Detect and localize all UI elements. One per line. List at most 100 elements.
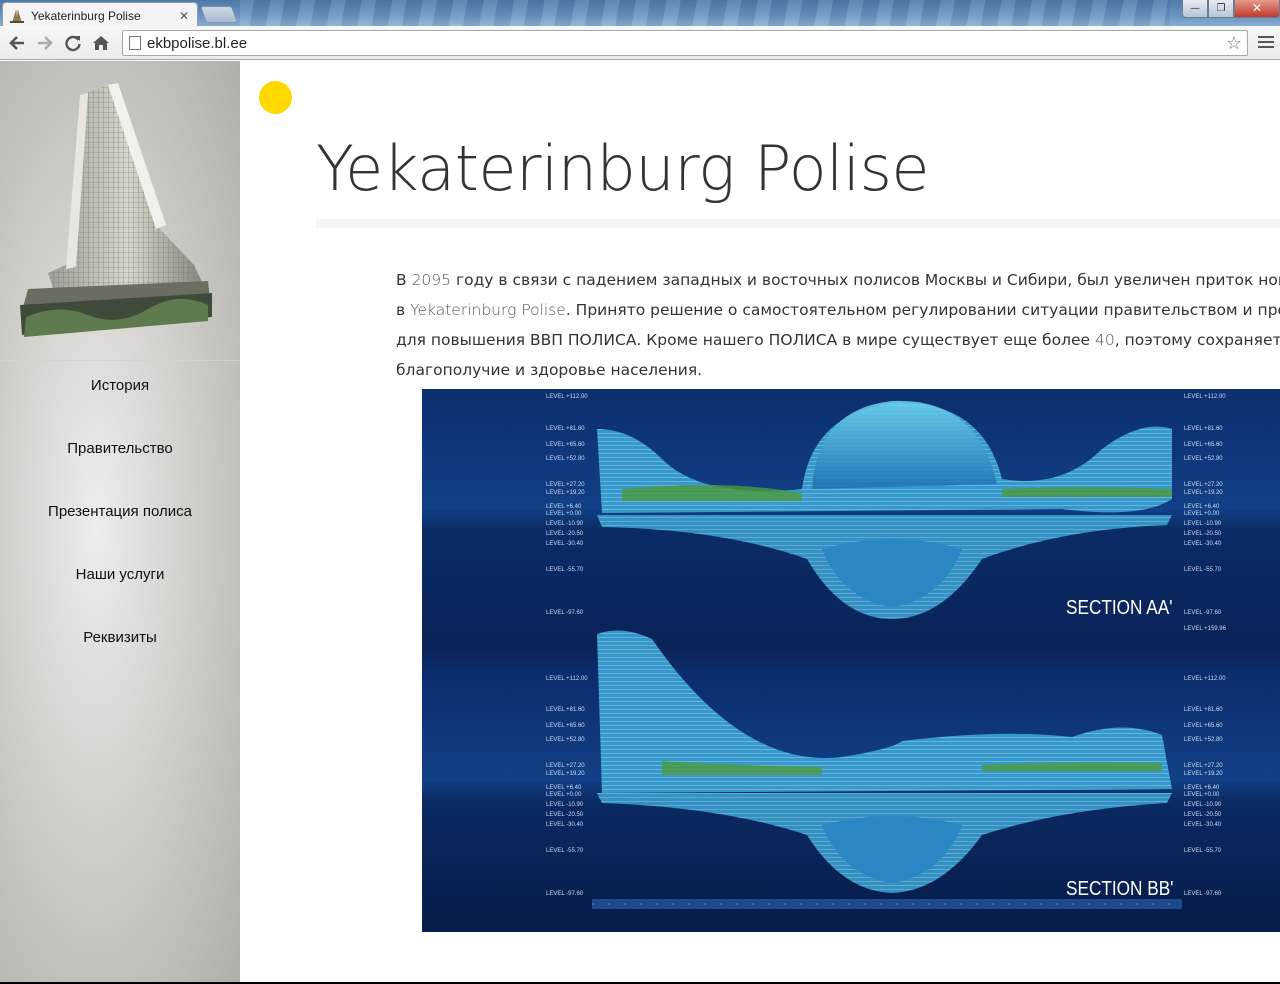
tabstrip-background xyxy=(240,0,1170,26)
level-label: LEVEL +6.40 xyxy=(1184,785,1220,791)
level-label: LEVEL +112.00 xyxy=(1184,676,1226,682)
level-label: LEVEL -97.60 xyxy=(546,610,584,616)
intro-line-2: в Yekaterinburg Polise. Принято решение … xyxy=(396,301,1280,319)
level-label: LEVEL +27.20 xyxy=(546,763,585,769)
level-label: LEVEL -55.70 xyxy=(546,567,584,573)
reload-icon xyxy=(65,35,81,51)
section-bb-label: SECTION BB' xyxy=(1066,878,1174,900)
level-label: LEVEL -20.50 xyxy=(546,812,584,818)
level-label: LEVEL -55.70 xyxy=(1184,567,1222,573)
main-nav: История Правительство Презентация полиса… xyxy=(0,371,240,686)
level-label: LEVEL +159.96 xyxy=(1184,626,1226,632)
nav-item-history[interactable]: История xyxy=(0,371,240,434)
count-highlight: 40 xyxy=(1094,331,1115,349)
browser-tab[interactable]: Yekaterinburg Polise ✕ xyxy=(2,2,198,26)
level-label: LEVEL +52.80 xyxy=(546,456,585,462)
level-label: LEVEL +81.60 xyxy=(1184,707,1223,713)
new-tab-button[interactable] xyxy=(199,6,239,23)
nav-item-requisites[interactable]: Реквизиты xyxy=(0,623,240,686)
level-label: LEVEL +0.00 xyxy=(546,511,582,517)
level-label: LEVEL +112.00 xyxy=(1184,394,1226,400)
section-drawing-image: LEVEL +112.00 LEVEL +81.60 LEVEL +65.60 … xyxy=(422,389,1280,932)
nav-item-government[interactable]: Правительство xyxy=(0,434,240,497)
level-label: LEVEL -97.60 xyxy=(546,891,584,897)
nav-item-presentation[interactable]: Презентация полиса xyxy=(0,497,240,560)
address-bar[interactable]: ekbpolise.bl.ee ☆ xyxy=(122,30,1248,56)
page-icon xyxy=(129,36,141,50)
tower-logo-image[interactable] xyxy=(18,77,212,339)
level-label: LEVEL +65.60 xyxy=(1184,442,1223,448)
year-highlight: 2095 xyxy=(411,271,452,289)
level-label: LEVEL -10.90 xyxy=(546,521,584,527)
close-window-button[interactable]: ✕ xyxy=(1234,0,1280,18)
level-label: LEVEL -10.90 xyxy=(546,802,584,808)
back-arrow-icon xyxy=(9,35,24,50)
tab-title: Yekaterinburg Polise xyxy=(31,8,141,23)
level-label: LEVEL +65.60 xyxy=(546,723,585,729)
forward-button[interactable] xyxy=(34,32,56,54)
home-icon xyxy=(93,35,109,50)
level-label: LEVEL +19.20 xyxy=(1184,771,1223,777)
level-label: LEVEL +112.00 xyxy=(546,394,588,400)
minimize-button[interactable]: — xyxy=(1182,0,1208,18)
back-button[interactable] xyxy=(6,32,28,54)
level-label: LEVEL +65.60 xyxy=(546,442,585,448)
level-label: LEVEL -10.90 xyxy=(1184,521,1222,527)
level-label: LEVEL +81.60 xyxy=(1184,426,1223,432)
level-label: LEVEL +6.40 xyxy=(1184,504,1220,510)
level-label: LEVEL -55.70 xyxy=(546,848,584,854)
level-label: LEVEL -30.40 xyxy=(1184,822,1222,828)
level-label: LEVEL +27.20 xyxy=(1184,482,1223,488)
level-label: LEVEL +0.00 xyxy=(1184,511,1220,517)
site-favicon-icon xyxy=(10,9,24,23)
level-label: LEVEL +52.80 xyxy=(1184,456,1223,462)
level-label: LEVEL -30.40 xyxy=(546,541,584,547)
browser-toolbar: ekbpolise.bl.ee ☆ xyxy=(0,26,1280,60)
home-button[interactable] xyxy=(90,32,112,54)
forward-arrow-icon xyxy=(38,35,53,50)
level-label: LEVEL -30.40 xyxy=(546,822,584,828)
sidebar: История Правительство Презентация полиса… xyxy=(0,61,240,984)
level-label: LEVEL +0.00 xyxy=(1184,792,1220,798)
level-label: LEVEL +6.40 xyxy=(546,785,582,791)
level-label: LEVEL -97.60 xyxy=(1184,891,1222,897)
yellow-dot-icon xyxy=(259,81,292,114)
maximize-button[interactable]: ❐ xyxy=(1208,0,1234,18)
bookmark-star-icon[interactable]: ☆ xyxy=(1221,33,1247,54)
level-label: LEVEL +27.20 xyxy=(546,482,585,488)
city-highlight: Yekaterinburg Polise xyxy=(410,301,566,319)
level-label: LEVEL -20.50 xyxy=(1184,812,1222,818)
level-label: LEVEL -30.40 xyxy=(1184,541,1222,547)
level-label: LEVEL +0.00 xyxy=(546,792,582,798)
level-label: LEVEL -20.50 xyxy=(546,531,584,537)
tab-close-icon[interactable]: ✕ xyxy=(177,9,191,23)
level-label: LEVEL -10.90 xyxy=(1184,802,1222,808)
intro-line-4: благополучие и здоровье населения. xyxy=(396,361,703,379)
section-aa-label: SECTION AA' xyxy=(1066,597,1173,619)
level-label: LEVEL +65.60 xyxy=(1184,723,1223,729)
level-label: LEVEL +112.00 xyxy=(546,676,588,682)
level-label: LEVEL +6.40 xyxy=(546,504,582,510)
level-label: LEVEL -97.60 xyxy=(1184,610,1222,616)
level-label: LEVEL +27.20 xyxy=(1184,763,1223,769)
level-label: LEVEL -20.50 xyxy=(1184,531,1222,537)
intro-paragraph: В 2095 году в связи с падением западных … xyxy=(396,265,1280,385)
reload-button[interactable] xyxy=(62,32,84,54)
tab-strip: Yekaterinburg Polise ✕ — ❐ ✕ xyxy=(0,0,1280,26)
level-label: LEVEL +52.80 xyxy=(1184,737,1223,743)
nav-item-services[interactable]: Наши услуги xyxy=(0,560,240,623)
level-label: LEVEL +81.60 xyxy=(546,426,585,432)
level-label: LEVEL +52.80 xyxy=(546,737,585,743)
level-label: LEVEL -55.70 xyxy=(1184,848,1222,854)
window-controls: — ❐ ✕ xyxy=(1182,0,1280,20)
url-text: ekbpolise.bl.ee xyxy=(147,34,248,52)
page-title: Yekaterinburg Polise xyxy=(316,132,930,205)
level-label: LEVEL +19.20 xyxy=(546,490,585,496)
title-divider xyxy=(316,219,1280,228)
level-label: LEVEL +19.20 xyxy=(546,771,585,777)
intro-line-1: В 2095 году в связи с падением западных … xyxy=(396,271,1280,289)
intro-line-3: для повышения ВВП ПОЛИСА. Кроме нашего П… xyxy=(396,331,1280,349)
level-label: LEVEL +81.60 xyxy=(546,707,585,713)
logo-area xyxy=(0,61,240,361)
browser-menu-icon[interactable] xyxy=(1258,36,1274,50)
